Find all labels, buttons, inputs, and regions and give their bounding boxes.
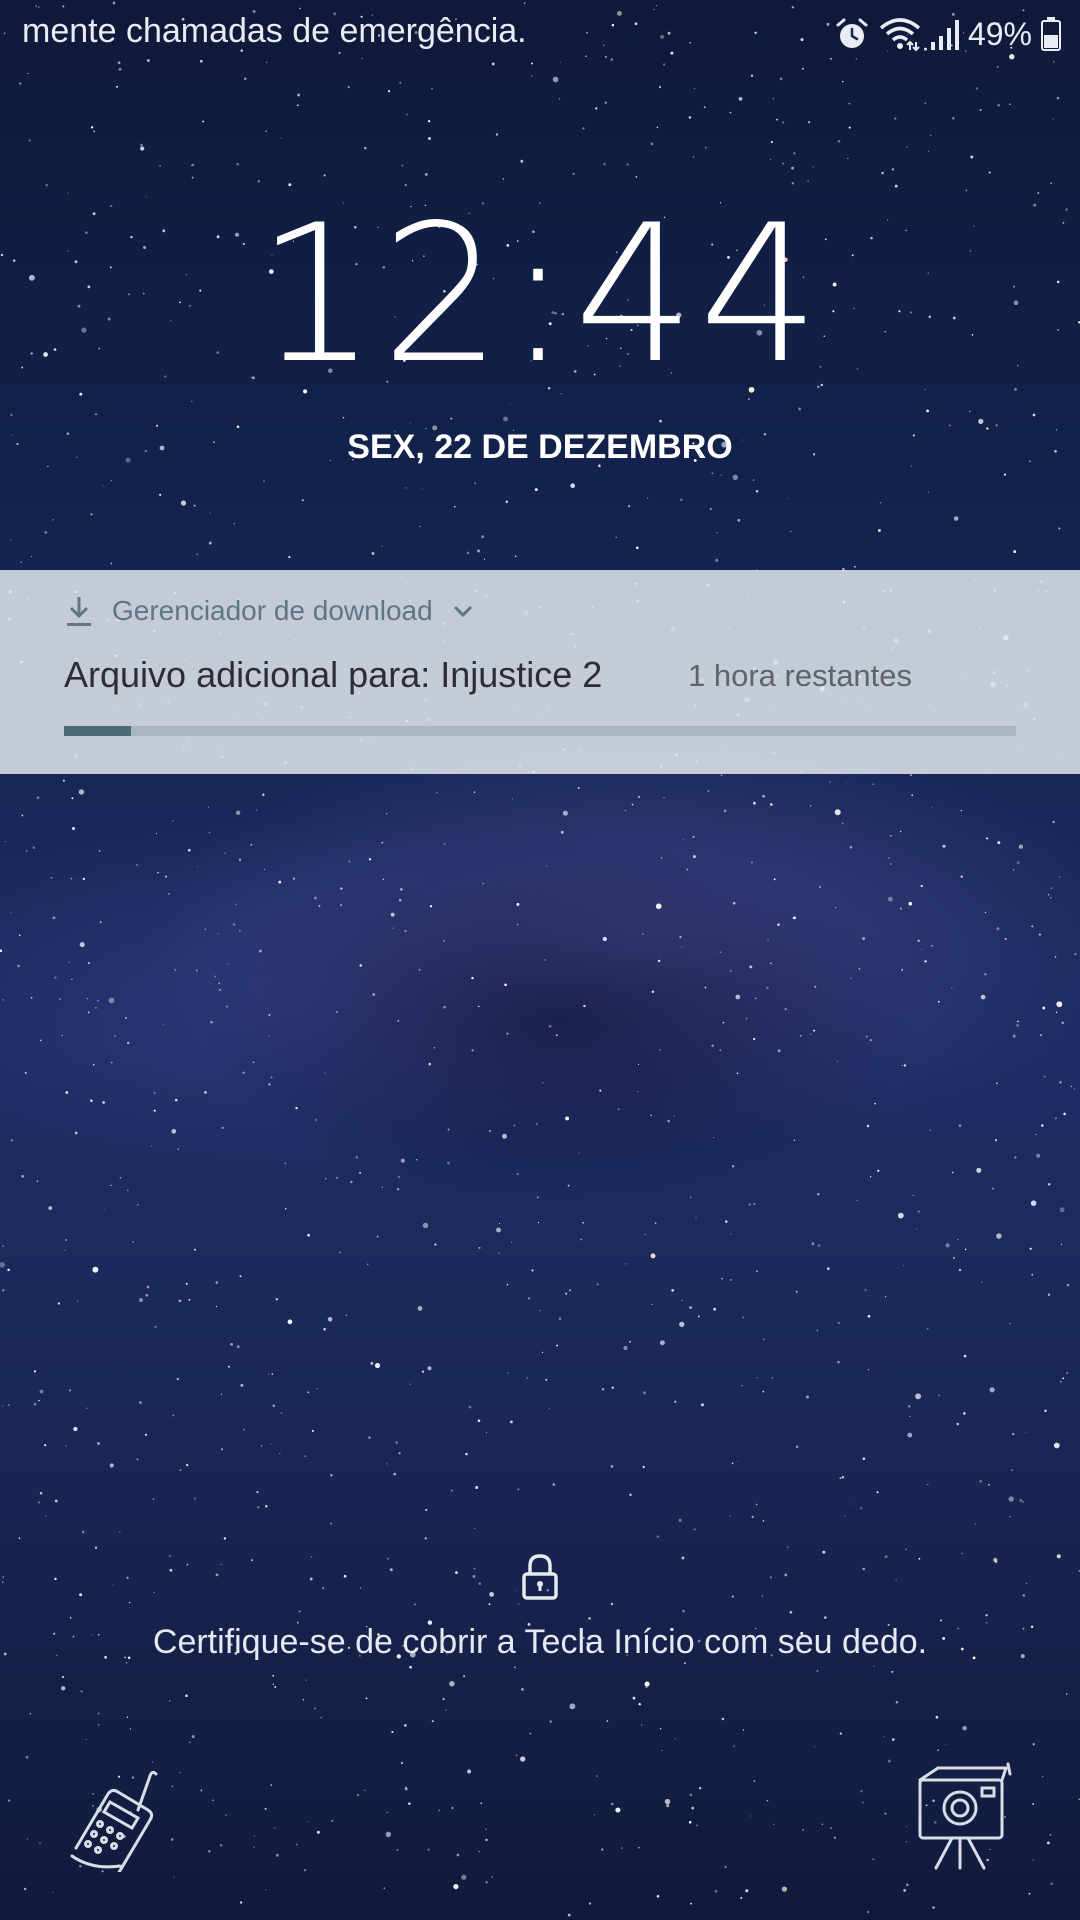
carrier-text: mente chamadas de emergência. <box>22 12 527 50</box>
alarm-icon <box>836 18 868 48</box>
phone-icon[interactable] <box>62 1762 172 1872</box>
notification-time-remaining: 1 hora restantes <box>688 658 913 693</box>
unlock-hint: Certifique-se de cobrir a Tecla Início c… <box>152 1623 928 1661</box>
lock-clock: 12:44 <box>256 184 824 405</box>
download-icon <box>67 597 91 626</box>
notification-app-name: Gerenciador de download <box>112 595 433 626</box>
notification-header: Gerenciador de download <box>64 594 475 628</box>
battery-icon <box>1041 17 1061 51</box>
lock-screen[interactable]: mente chamadas de emergência. 49% 12:44 … <box>0 0 1080 1920</box>
download-progress-fill <box>64 726 131 736</box>
notification-title: Arquivo adicional para: Injustice 2 <box>64 654 603 695</box>
status-bar[interactable]: mente chamadas de emergência. 49% <box>0 0 1080 70</box>
lock-date: SEX, 22 DE DEZEMBRO <box>347 428 733 466</box>
lock-icon <box>522 1554 558 1600</box>
camera-icon[interactable] <box>912 1762 1022 1872</box>
download-notification[interactable]: Gerenciador de download Arquivo adiciona… <box>0 570 1080 774</box>
status-icons: 49% <box>834 12 1062 56</box>
battery-percent: 49% <box>967 15 1032 52</box>
chevron-down-icon[interactable] <box>451 601 475 621</box>
wifi-icon <box>879 18 921 52</box>
download-progress-bar <box>64 726 1016 736</box>
signal-icon <box>930 20 959 50</box>
